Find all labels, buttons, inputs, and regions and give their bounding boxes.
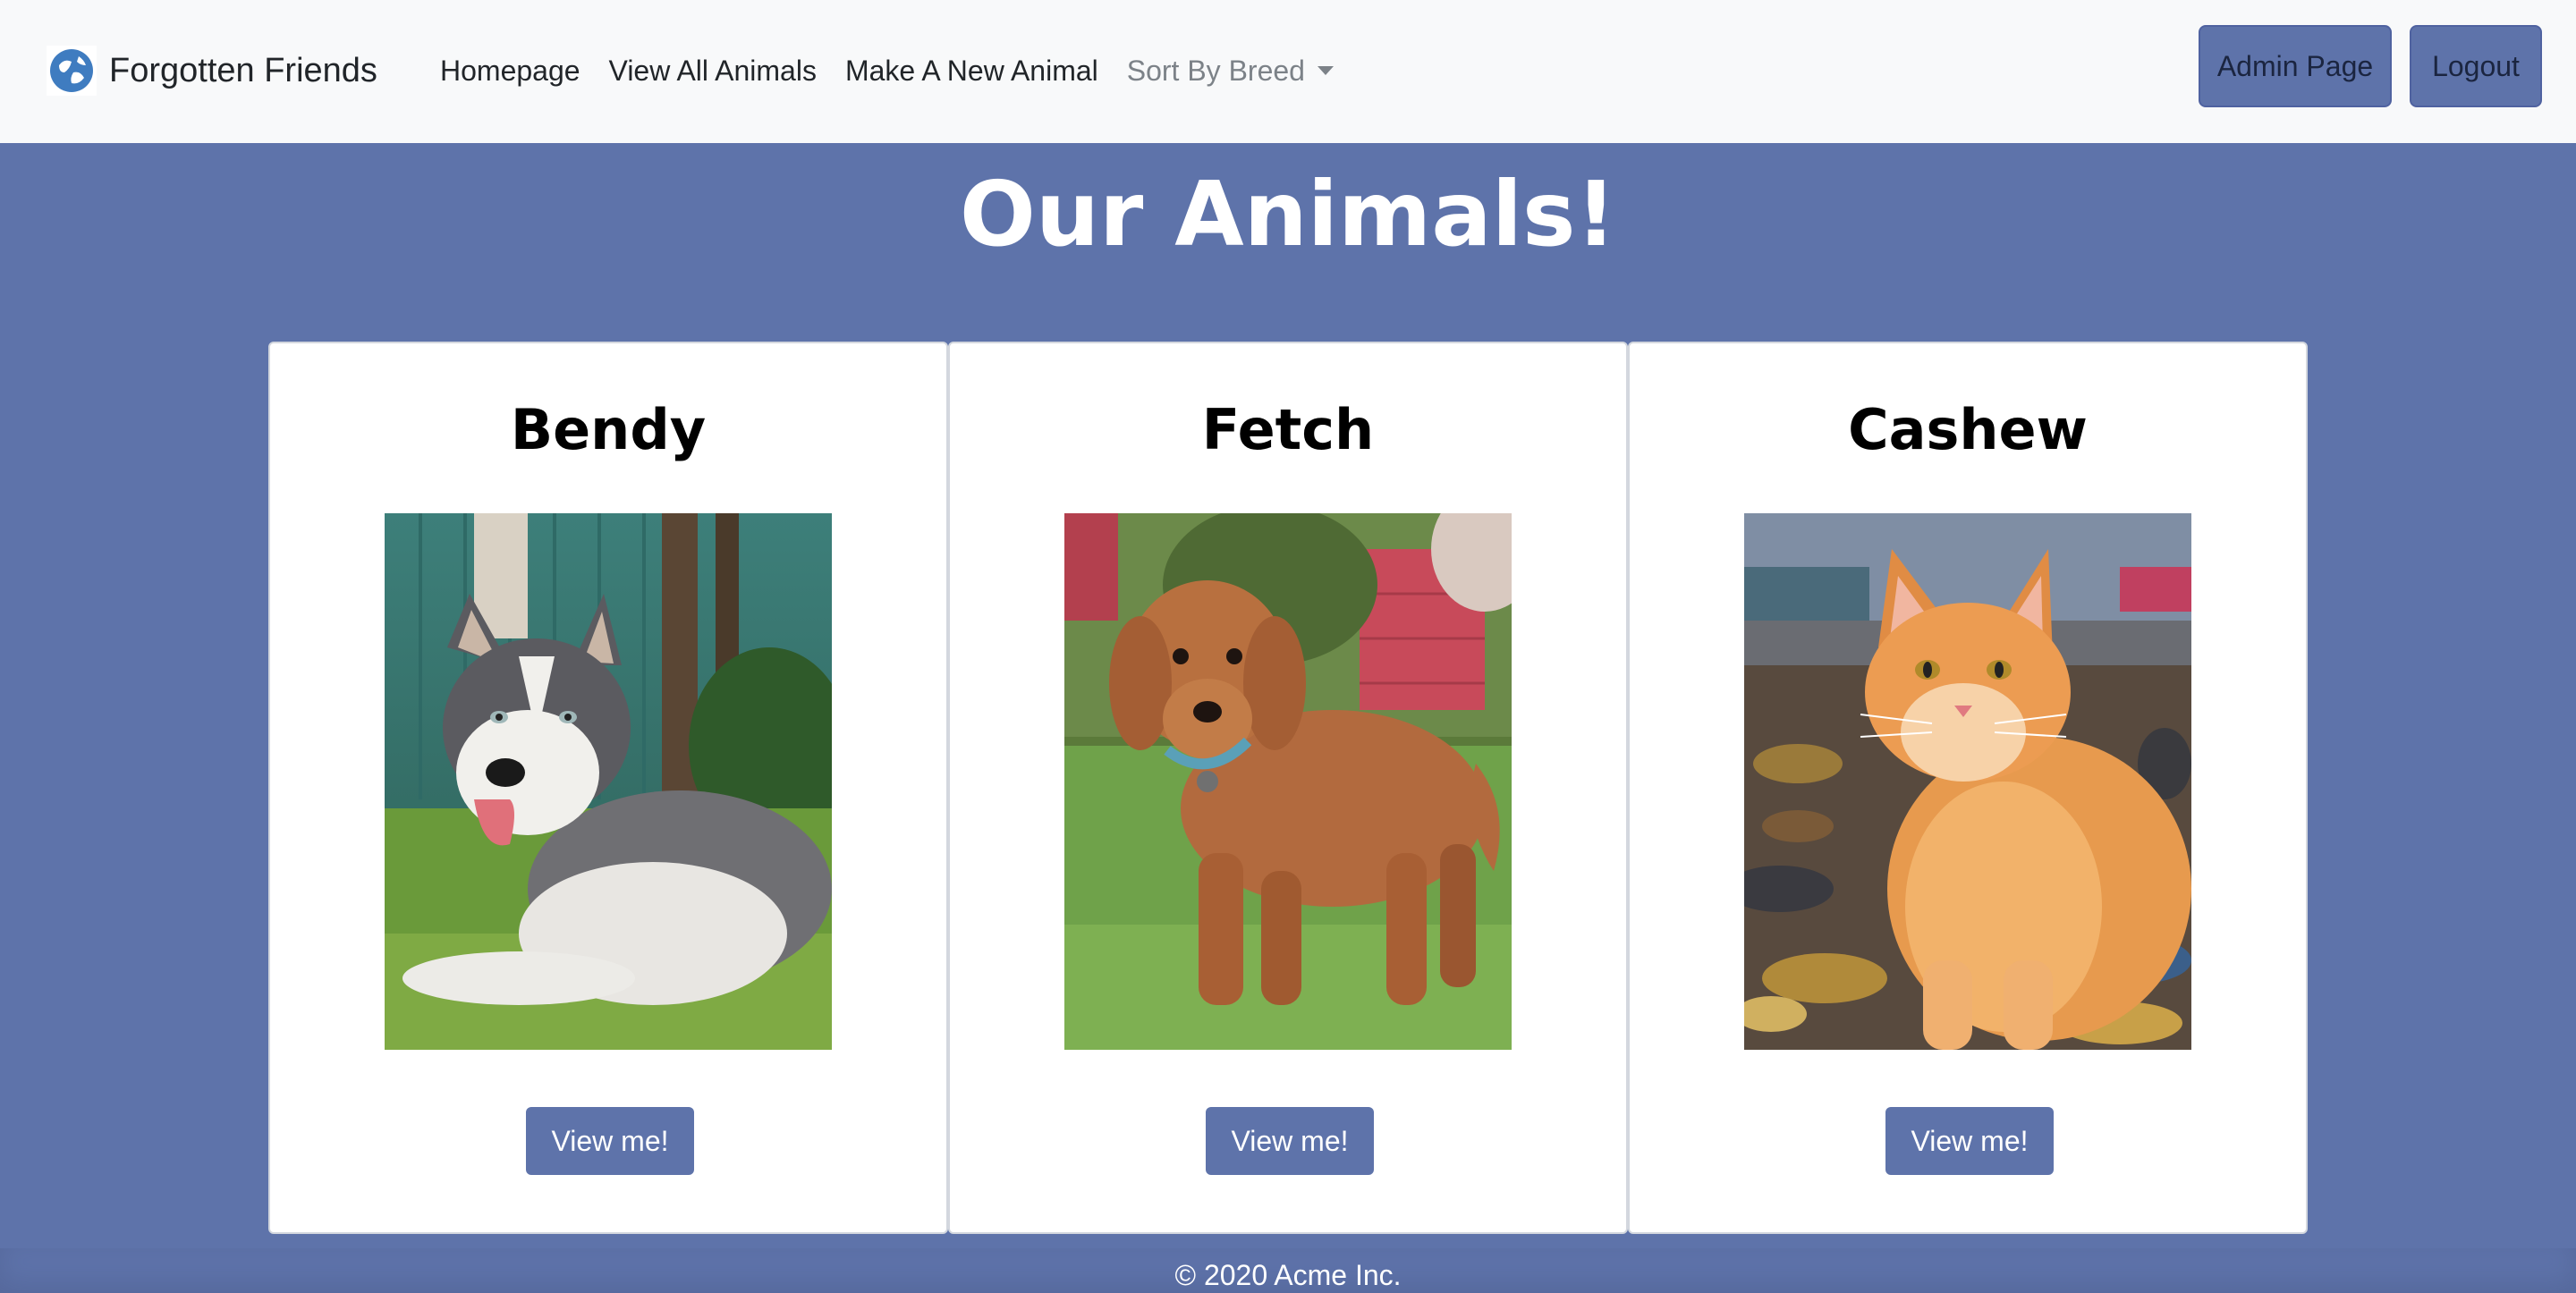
animal-card-fetch: Fetch View me!	[948, 342, 1628, 1234]
sort-by-breed-dropdown[interactable]: Sort By Breed	[1127, 55, 1334, 88]
navbar: Forgotten Friends Homepage View All Anim…	[0, 0, 2576, 143]
animal-name: Bendy	[510, 397, 707, 462]
animal-card-cashew: Cashew View me!	[1628, 342, 2308, 1234]
view-me-button[interactable]: View me!	[1885, 1107, 2054, 1175]
footer-copyright: © 2020 Acme Inc.	[1174, 1259, 1402, 1291]
animal-name: Cashew	[1848, 397, 2088, 462]
view-me-button[interactable]: View me!	[1206, 1107, 1374, 1175]
brand-name: Forgotten Friends	[109, 51, 377, 89]
brand-link[interactable]: Forgotten Friends	[47, 43, 377, 98]
view-me-button[interactable]: View me!	[526, 1107, 694, 1175]
nav-link-view-all-animals[interactable]: View All Animals	[609, 55, 817, 88]
nav-link-make-new-animal[interactable]: Make A New Animal	[845, 55, 1098, 88]
animal-photo-husky	[385, 513, 832, 1050]
animal-photo-cat	[1744, 513, 2191, 1050]
globe-heart-icon	[47, 46, 97, 96]
admin-page-button[interactable]: Admin Page	[2199, 25, 2392, 107]
footer: © 2020 Acme Inc.	[0, 1248, 2576, 1293]
animal-card-bendy: Bendy View me!	[268, 342, 948, 1234]
caret-down-icon	[1317, 66, 1334, 75]
sort-by-breed-label: Sort By Breed	[1126, 54, 1305, 87]
nav-link-homepage[interactable]: Homepage	[440, 55, 580, 88]
page-title: Our Animals!	[959, 162, 1617, 266]
animal-name: Fetch	[1201, 397, 1375, 462]
nav-links: Homepage View All Animals Make A New Ani…	[440, 43, 1334, 98]
logout-button[interactable]: Logout	[2410, 25, 2542, 107]
animal-photo-doodle	[1064, 513, 1512, 1050]
